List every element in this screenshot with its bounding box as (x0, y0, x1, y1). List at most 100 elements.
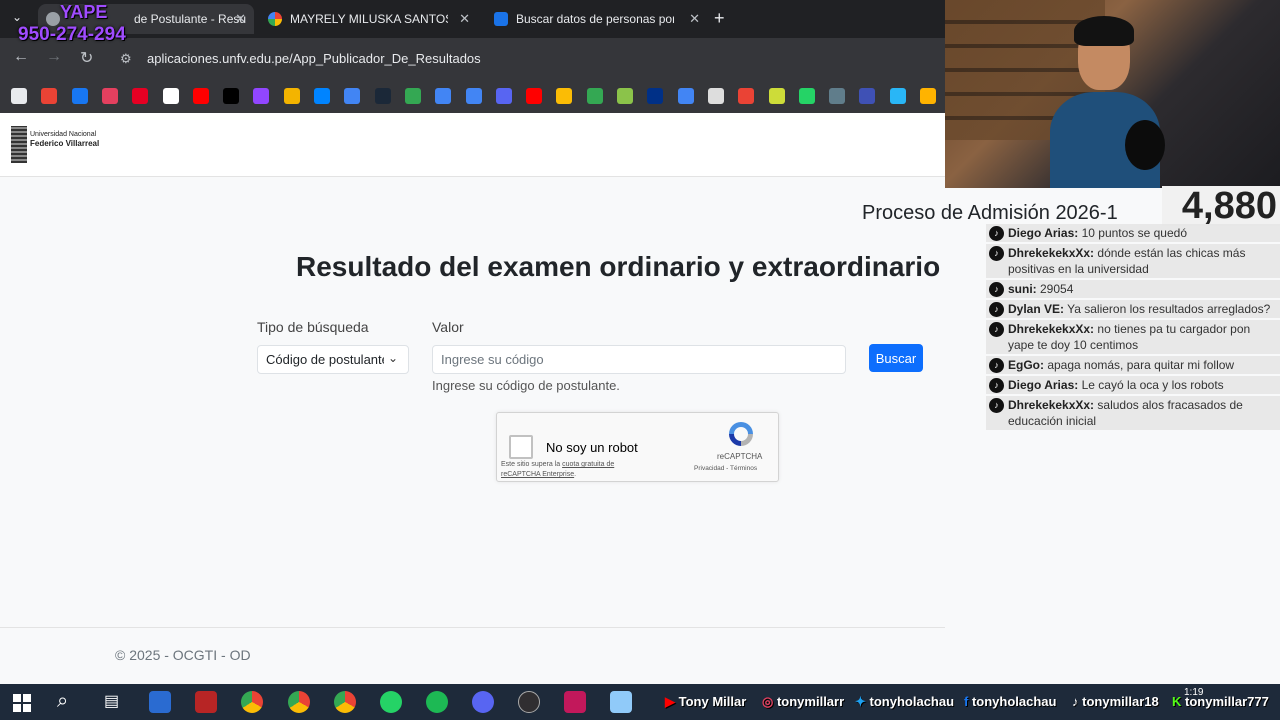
chat-username: DhrekekekxXx: (1008, 322, 1095, 336)
chat-username: EgGo: (1008, 358, 1044, 372)
url-field[interactable]: aplicaciones.unfv.edu.pe/App_Publicador_… (147, 51, 481, 66)
back-icon[interactable]: ← (13, 48, 29, 66)
chatgpt-icon[interactable] (11, 88, 27, 104)
app-icon[interactable] (617, 88, 633, 104)
tab-search-dropdown-icon[interactable]: ⌄ (12, 10, 22, 24)
app-icon[interactable] (149, 691, 171, 713)
tiktok-icon: ♪ (989, 226, 1004, 241)
chevron-down-icon: ⌄ (383, 351, 398, 365)
chat-overlay: ♪ Diego Arias: 10 puntos se quedó ♪ Dhrekek… (986, 224, 1280, 432)
chat-message: ♪ suni: 29054 (986, 280, 1280, 298)
close-icon[interactable]: ✕ (459, 11, 470, 27)
bookmarks-bar (0, 80, 945, 114)
help-text: Ingrese su código de postulante. (432, 378, 620, 393)
x-icon[interactable] (162, 88, 179, 104)
facebook-handle: f tonyholachau (964, 694, 1057, 709)
google-icon (268, 12, 282, 26)
drive-icon[interactable] (556, 88, 573, 104)
footer-divider (0, 627, 945, 628)
maps-icon[interactable] (404, 88, 421, 104)
close-icon[interactable]: ✕ (689, 11, 700, 27)
obs-icon[interactable] (518, 691, 540, 713)
code-input[interactable] (432, 345, 846, 374)
app-icon[interactable] (829, 88, 846, 104)
process-title: Proceso de Admisión 2026-1 (862, 202, 1118, 224)
chat-text: 29054 (1036, 282, 1074, 296)
twitter-handle: ✦ tonyholachau (855, 694, 955, 709)
alert-icon[interactable] (738, 88, 755, 104)
site-header: Universidad Nacional Federico Villarreal (0, 113, 945, 177)
tiktok-handle: ♪ tonymillar18 (1072, 694, 1159, 709)
tiktok-icon[interactable] (223, 88, 240, 104)
gmail-icon[interactable] (41, 88, 58, 104)
instagram-icon[interactable] (101, 88, 118, 104)
instagram-handle: ◎ tonymillarr (762, 694, 845, 709)
chrome-icon[interactable] (334, 691, 356, 713)
app-icon[interactable] (677, 88, 694, 104)
task-view-icon[interactable]: ▤ (104, 691, 119, 711)
reload-icon[interactable]: ↻ (80, 48, 93, 68)
chrome-icon[interactable] (288, 691, 310, 713)
app-icon[interactable] (859, 88, 876, 104)
facebook-icon[interactable] (71, 88, 88, 104)
recaptcha-brand: reCAPTCHA (717, 452, 763, 461)
close-icon[interactable]: ✕ (235, 11, 246, 27)
app-icon[interactable] (798, 88, 815, 104)
new-tab-button[interactable]: + (714, 8, 725, 29)
translate-icon[interactable] (435, 88, 452, 104)
search-icon[interactable]: ⌕ (57, 690, 68, 713)
chat-text: Le cayó la oca y los robots (1078, 378, 1224, 392)
app-icon[interactable] (586, 88, 603, 104)
chrome-icon[interactable] (241, 691, 263, 713)
app-icon[interactable] (610, 691, 632, 713)
chat-username: Dylan VE: (1008, 302, 1065, 316)
search-type-value: Código de postulante (266, 352, 389, 367)
forward-icon[interactable]: → (46, 48, 62, 66)
recaptcha-logo-icon (729, 422, 753, 446)
tab-google[interactable]: MAYRELY MILUSKA SANTOS CA ✕ (262, 4, 474, 34)
youtube-music-icon[interactable] (526, 88, 543, 104)
windows-start-icon[interactable] (13, 694, 31, 712)
app-icon[interactable] (564, 691, 586, 713)
captcha-checkbox[interactable] (509, 435, 533, 459)
paypal-icon[interactable] (647, 88, 664, 104)
chat-message: ♪ Diego Arias: Le cayó la oca y los robot… (986, 376, 1280, 394)
footer-text: © 2025 - OCGTI - OD (115, 647, 251, 663)
tab-label: Buscar datos de personas por D (516, 12, 674, 26)
tab-buscar-datos[interactable]: Buscar datos de personas por D ✕ (488, 4, 706, 34)
whatsapp-icon[interactable] (380, 691, 402, 713)
app-icon[interactable] (344, 88, 361, 104)
chat-message: ♪ Dylan VE: Ya salieron los resultados ar… (986, 300, 1280, 318)
search-type-select[interactable]: Código de postulante ⌄ (257, 345, 409, 374)
youtube-icon[interactable] (192, 88, 209, 104)
spotify-icon[interactable] (426, 691, 448, 713)
photos-icon[interactable] (283, 88, 300, 104)
university-logo-icon (11, 126, 27, 163)
app-icon[interactable] (920, 88, 936, 104)
voicemod-icon[interactable] (195, 691, 217, 713)
chat-message: ♪ DhrekekekxXx: saludos alos fracasados d… (986, 396, 1280, 430)
tiktok-icon: ♪ (989, 246, 1004, 261)
captcha-note: Este sitio supera la cuota gratuita de r… (501, 461, 615, 478)
search-button[interactable]: Buscar (869, 344, 923, 372)
twitch-icon[interactable] (253, 88, 270, 104)
tiktok-icon: ♪ (989, 302, 1004, 317)
app-icon[interactable] (707, 88, 724, 104)
youtube-handle: ▶ Tony Millar (665, 694, 747, 709)
logo-line2: Federico Villarreal (30, 139, 100, 148)
chat-username: suni: (1008, 282, 1037, 296)
docs-icon[interactable] (465, 88, 482, 104)
discord-icon[interactable] (495, 88, 512, 104)
site-settings-icon[interactable]: ⚙ (120, 51, 132, 67)
steam-icon[interactable] (374, 88, 391, 104)
pinterest-icon[interactable] (132, 88, 149, 104)
recaptcha-links[interactable]: Privacidad - Términos (694, 465, 757, 472)
chat-message: ♪ DhrekekekxXx: dónde están las chicas má… (986, 244, 1280, 278)
app-icon[interactable] (889, 88, 906, 104)
tiktok-icon: ♪ (989, 322, 1004, 337)
app-icon[interactable] (768, 88, 785, 104)
yape-number: 950-274-294 (18, 24, 126, 45)
discord-icon[interactable] (472, 691, 494, 713)
messenger-icon[interactable] (314, 88, 330, 104)
browser-tab-bar: ⌄ de Postulante - Resu ✕ MAYRELY MILUSKA… (0, 0, 945, 38)
